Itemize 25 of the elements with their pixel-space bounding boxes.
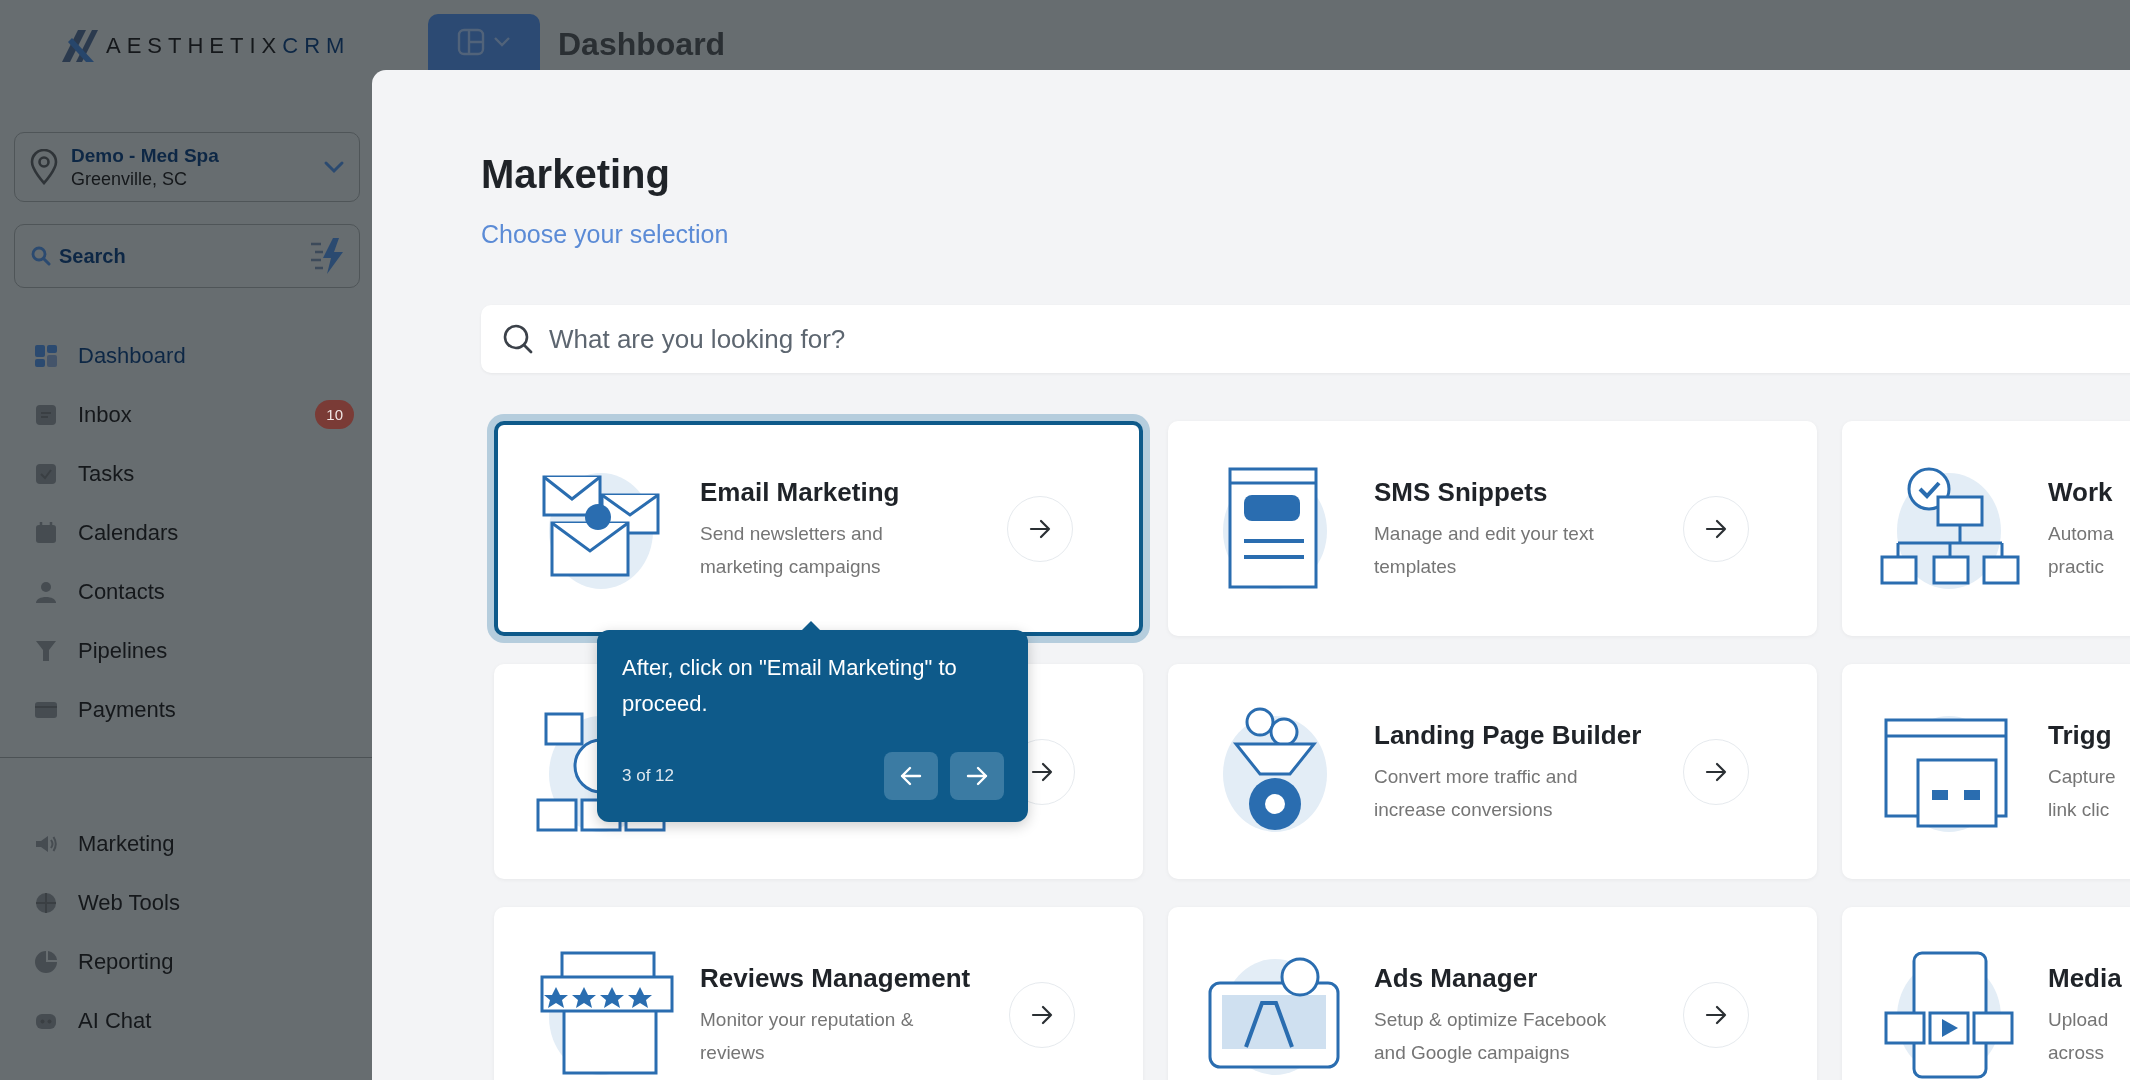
card-description: Manage and edit your text templates	[1374, 521, 1595, 579]
modal-subtitle: Choose your selection	[481, 219, 730, 250]
location-address: Greenville, SC	[71, 168, 189, 190]
card-title: Ads Manager	[1374, 961, 1539, 995]
count-badge: 10	[315, 400, 354, 429]
card-title: Trigg	[2048, 718, 2113, 752]
step-counter: 3 of 12	[622, 766, 674, 786]
card-title: Work	[2048, 475, 2114, 509]
card-description: Send newsletters and marketing campaigns	[700, 521, 884, 579]
card-description: Upload across	[2048, 1007, 2110, 1065]
card-title: Media	[2048, 961, 2123, 995]
card-description: Setup & optimize Facebook and Google campaigns	[1374, 1007, 1608, 1065]
modal-title: Marketing	[481, 151, 671, 198]
page-title: Dashboard	[558, 25, 726, 63]
location-name: Demo - Med Spa	[71, 144, 220, 167]
card-title: SMS Snippets	[1374, 475, 1549, 509]
card-description: Capture link clic	[2048, 764, 2117, 822]
card-description: Automa practic	[2048, 521, 2115, 579]
card-description: Convert more traffic and increase conversions	[1374, 764, 1579, 822]
card-description: Monitor your reputation & reviews	[700, 1007, 915, 1065]
card-title: Landing Page Builder	[1374, 718, 1643, 752]
card-title: Email Marketing	[700, 475, 901, 509]
tooltip-text: After, click on "Email Marketing" to proceed.	[622, 654, 958, 718]
card-title: Reviews Management	[700, 961, 972, 995]
logo-text: AESTHETIX CRM	[106, 33, 351, 59]
